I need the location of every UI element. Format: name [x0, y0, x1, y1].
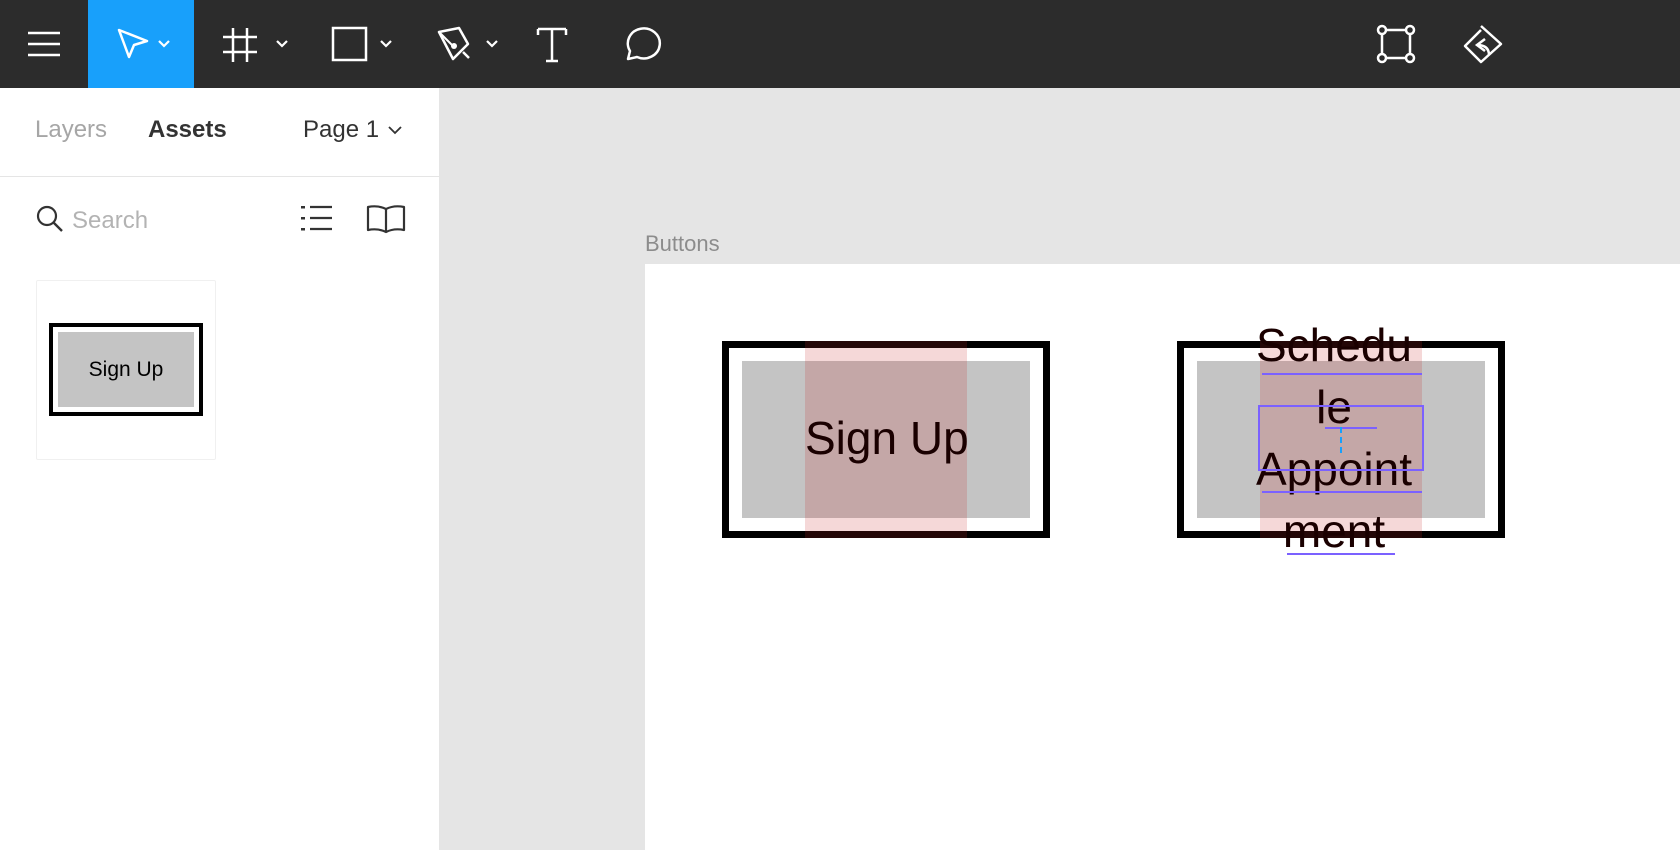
frame-label[interactable]: Buttons — [645, 231, 720, 257]
toolbar — [0, 0, 1680, 88]
chevron-down-icon — [388, 126, 402, 135]
asset-tile-sign-up[interactable]: Sign Up — [36, 280, 216, 460]
list-view-icon[interactable] — [300, 204, 334, 234]
canvas[interactable]: Buttons Sign Up Schedu le Appoint ment — [441, 88, 1680, 850]
component-icon — [1376, 24, 1416, 64]
component-button[interactable] — [1374, 0, 1418, 88]
sign-up-button-text[interactable]: Sign Up — [805, 408, 969, 468]
text-baseline-marker — [1287, 553, 1395, 555]
share-icon — [1463, 25, 1503, 64]
search-icon — [36, 205, 63, 232]
share-button[interactable] — [1460, 0, 1506, 88]
frame-tool-button[interactable] — [214, 0, 294, 88]
page-selector[interactable]: Page 1 — [303, 116, 403, 144]
pen-tool-button[interactable] — [428, 0, 508, 88]
text-tool-button[interactable] — [530, 0, 574, 88]
text-line: Schedu — [1255, 319, 1412, 371]
tab-layers[interactable]: Layers — [35, 116, 107, 144]
frame-icon — [223, 28, 288, 62]
page-selector-label: Page 1 — [303, 116, 380, 143]
rectangle-icon — [331, 26, 392, 62]
panel-tabs: Layers Assets Page 1 — [0, 88, 440, 177]
shape-tool-button[interactable] — [318, 0, 398, 88]
move-icon — [117, 28, 170, 59]
library-icon[interactable] — [366, 204, 406, 234]
comment-tool-button[interactable] — [618, 0, 664, 88]
menu-icon — [28, 31, 60, 57]
frame-buttons[interactable]: Sign Up Schedu le Appoint ment — [645, 264, 1680, 850]
asset-thumbnail: Sign Up — [49, 323, 203, 416]
left-panel: Layers Assets Page 1 Sign Up — [0, 88, 440, 850]
search-input[interactable] — [72, 201, 272, 241]
text-icon — [536, 27, 568, 63]
main-menu-button[interactable] — [0, 0, 88, 88]
tab-assets[interactable]: Assets — [148, 116, 227, 144]
text-baseline-marker — [1262, 373, 1422, 375]
comment-icon — [626, 27, 662, 61]
sign-up-button-component[interactable]: Sign Up — [722, 341, 1050, 538]
pen-icon — [437, 26, 498, 61]
text-baseline-marker — [1262, 491, 1422, 493]
move-tool-button[interactable] — [88, 0, 194, 88]
asset-thumbnail-label: Sign Up — [58, 332, 194, 407]
measure-guide — [1340, 427, 1342, 453]
